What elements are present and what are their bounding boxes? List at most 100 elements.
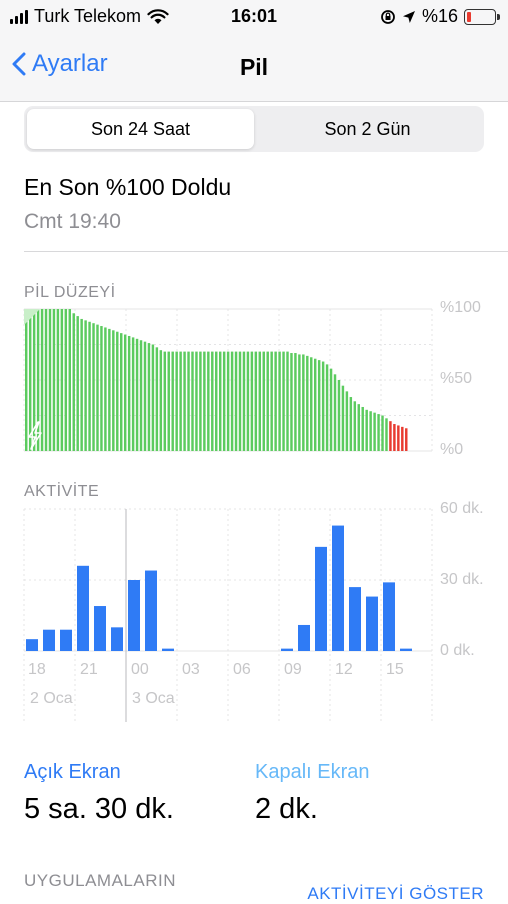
battery-level-bar [187,351,190,451]
battery-level-bar [171,351,174,451]
battery-level-bar [349,397,353,451]
battery-level-bar [317,360,321,451]
screen-on-label: Açık Ekran [24,761,121,783]
activity-bar [332,525,344,651]
battery-level-bar [393,424,396,451]
battery-level-bar [207,351,210,451]
battery-level-bar [246,351,250,451]
battery-level-bar [155,347,159,451]
battery-level-bar [250,351,254,451]
battery-level-bar [72,313,75,451]
screen-on-value: 5 sa. 30 dk. [24,793,174,825]
battery-level-bar [123,334,127,451]
battery-level-bar [135,338,139,451]
battery-level-bar [369,411,372,451]
battery-level-bar [242,351,246,451]
battery-level-bar [310,357,313,451]
activity-bar [145,570,157,651]
activity-bar [60,629,72,651]
battery-level-bar [199,351,202,451]
battery-level-bar [321,361,325,451]
battery-level-bar [48,309,52,451]
battery-level-bar [52,309,56,451]
battery-level-bar [401,426,404,451]
activity-bar [111,627,123,651]
activity-bar [315,546,327,651]
battery-level-bar [306,355,309,451]
battery-level-bar [270,351,273,451]
battery-level-bar [238,351,242,451]
activity-bar [383,582,395,651]
battery-level-bar [278,351,281,451]
battery-level-bar [143,341,147,451]
battery-level-bar [266,351,269,451]
battery-level-bar [28,309,32,451]
battery-level-bar [258,351,262,451]
apps-section-label: UYGULAMALARIN [24,871,176,890]
battery-level-bar [112,330,115,451]
battery-level-bar [298,354,301,451]
battery-level-bar [325,364,329,451]
activity-bar [298,624,310,651]
battery-level-bar [262,351,265,451]
battery-level-bar [218,351,222,451]
battery-level-bar [64,309,68,451]
battery-level-bar [108,328,111,451]
battery-level-bar [167,351,170,451]
battery-level-bar [381,415,384,451]
battery-level-bar [313,358,317,451]
battery-level-bar [120,333,123,451]
battery-level-bar [377,414,380,451]
battery-level-bar [36,309,40,451]
battery-level-bar [147,343,151,451]
battery-level-bar [215,351,218,451]
battery-level-bar [337,380,341,451]
battery-level-bar [163,351,167,451]
battery-level-bar [230,351,234,451]
activity-bar [26,639,38,651]
battery-level-bar [139,340,143,451]
battery-level-bar [290,353,293,451]
battery-level-bar [80,318,83,451]
battery-level-bar [100,326,103,451]
battery-level-bar [84,320,87,451]
battery-level-bar [44,309,48,451]
battery-level-bar [175,351,178,451]
battery-level-bar [254,351,258,451]
battery-level-bar [329,368,333,451]
activity-bar [281,648,293,651]
battery-level-bar [25,309,28,451]
battery-level-bar [302,354,305,451]
battery-level-bar [179,351,182,451]
activity-bar [162,648,174,651]
battery-level-bar [389,421,392,451]
battery-level-bar [341,385,345,451]
battery-level-bar [385,418,388,451]
show-activity-button[interactable]: AKTİVİTEYİ GÖSTER [307,884,484,904]
activity-bar [400,648,412,651]
battery-level-bar [191,351,194,451]
battery-level-bar [211,351,214,451]
battery-level-bar [151,344,155,451]
activity-bar [349,587,361,651]
battery-level-bar [373,412,376,451]
battery-level-bar [116,331,119,451]
battery-level-bar [195,351,198,451]
battery-level-bar [405,428,408,451]
battery-level-bar [127,335,131,451]
battery-level-bar [286,351,289,451]
activity-bar [366,596,378,651]
battery-level-bar [294,353,297,451]
battery-level-bar [397,425,400,451]
battery-level-bar [365,409,368,451]
activity-bar [77,565,89,651]
battery-level-bar [333,374,337,451]
battery-level-bar [274,351,277,451]
battery-level-bar [282,351,285,451]
charts-canvas [23,308,433,722]
battery-level-bar [104,327,107,451]
battery-level-bar [92,323,95,451]
battery-level-bar [56,309,60,451]
activity-bar [94,606,106,651]
screen-off-value: 2 dk. [255,793,318,825]
